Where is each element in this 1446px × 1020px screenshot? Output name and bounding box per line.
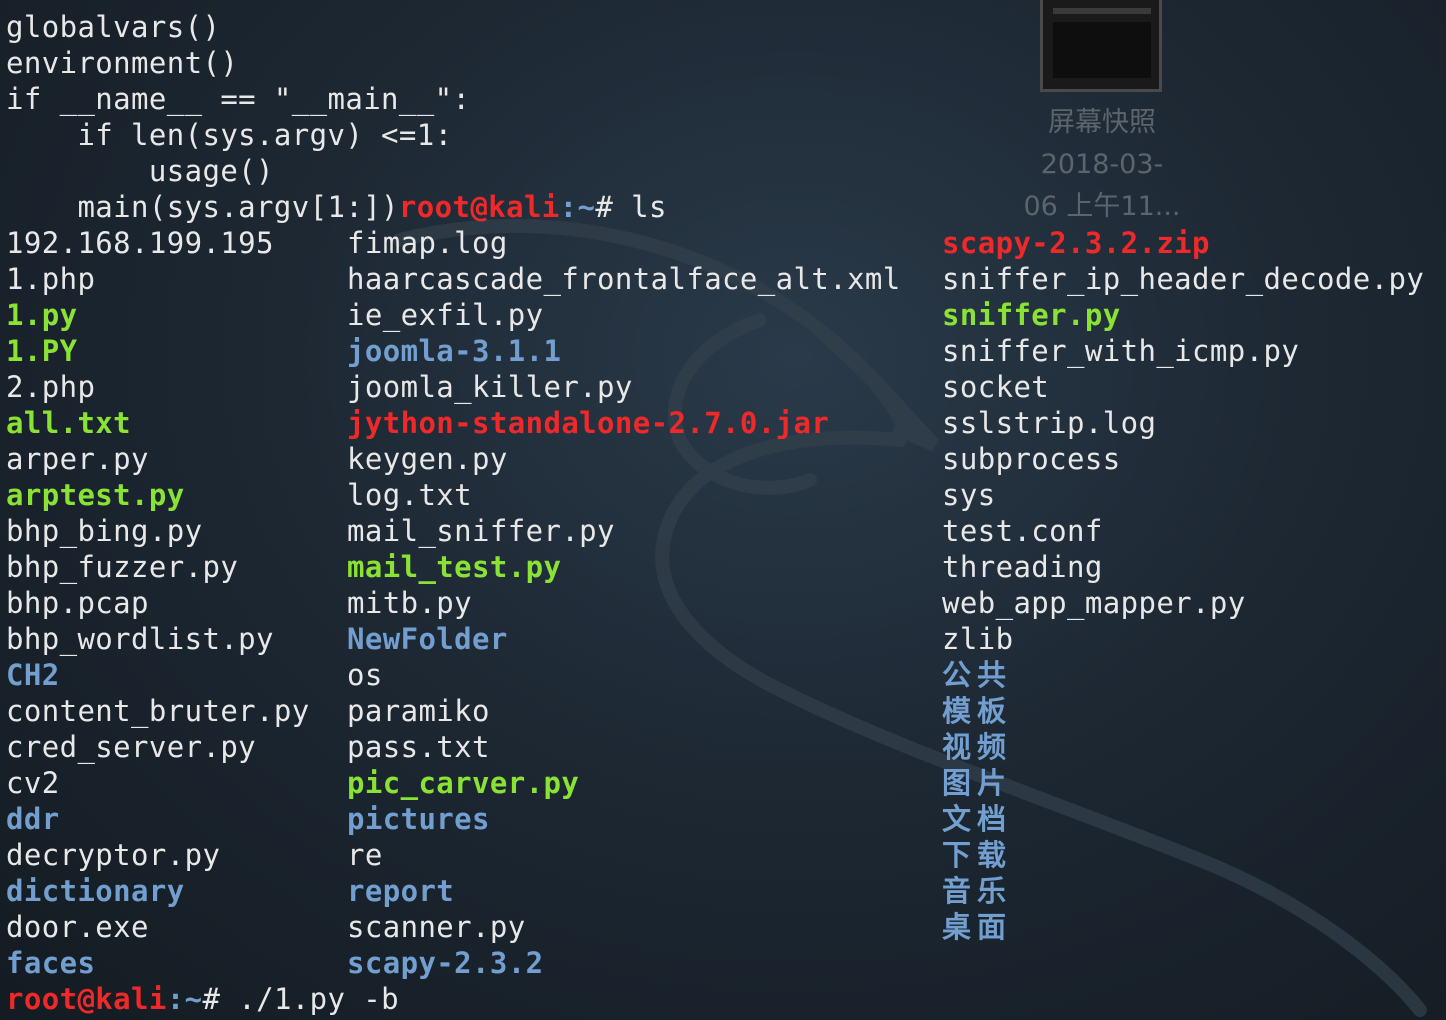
code-line: globalvars() bbox=[6, 10, 221, 44]
file-entry: 1.py bbox=[6, 298, 78, 332]
directory-entry: 音乐 bbox=[942, 874, 1013, 908]
file-entry: arper.py bbox=[6, 442, 149, 476]
file-entry: 2.php bbox=[6, 370, 96, 404]
prompt-path: :~ bbox=[559, 190, 596, 224]
file-entry: mail_test.py bbox=[347, 550, 562, 584]
file-entry: sniffer_ip_header_decode.py bbox=[942, 262, 1425, 296]
directory-entry: joomla-3.1.1 bbox=[347, 334, 562, 368]
file-entry: mitb.py bbox=[347, 586, 473, 620]
file-entry: ie_exfil.py bbox=[347, 298, 544, 332]
file-entry: sniffer_with_icmp.py bbox=[942, 334, 1300, 368]
file-entry: all.txt bbox=[6, 406, 132, 440]
command-text: ./1.py -b bbox=[238, 982, 399, 1016]
directory-entry: 公共 bbox=[942, 658, 1013, 692]
file-entry: bhp_bing.py bbox=[6, 514, 203, 548]
file-entry: sniffer.py bbox=[942, 298, 1121, 332]
file-entry: arptest.py bbox=[6, 478, 185, 512]
prompt-symbol: # bbox=[202, 982, 239, 1016]
file-entry: decryptor.py bbox=[6, 838, 221, 872]
file-entry: haarcascade_frontalface_alt.xml bbox=[347, 262, 901, 296]
file-entry: os bbox=[347, 658, 383, 692]
file-entry: joomla_killer.py bbox=[347, 370, 633, 404]
directory-entry: CH2 bbox=[6, 658, 60, 692]
directory-entry: dictionary bbox=[6, 874, 185, 908]
file-entry: log.txt bbox=[347, 478, 473, 512]
prompt-line-ls: main(sys.argv[1:])root@kali:~# ls bbox=[6, 189, 667, 225]
directory-entry: 视频 bbox=[942, 730, 1013, 764]
file-entry: mail_sniffer.py bbox=[347, 514, 615, 548]
file-entry: paramiko bbox=[347, 694, 490, 728]
directory-entry: NewFolder bbox=[347, 622, 508, 656]
directory-entry: report bbox=[347, 874, 455, 908]
file-entry: socket bbox=[942, 370, 1050, 404]
directory-entry: 模板 bbox=[942, 694, 1013, 728]
directory-entry: 下载 bbox=[942, 838, 1013, 872]
code-line: main(sys.argv[1:]) bbox=[6, 190, 399, 224]
file-entry: fimap.log bbox=[347, 226, 508, 260]
file-entry: door.exe bbox=[6, 910, 149, 944]
prompt-line-run[interactable]: root@kali:~# ./1.py -b bbox=[6, 981, 399, 1017]
file-entry: content_bruter.py bbox=[6, 694, 310, 728]
file-entry: cv2 bbox=[6, 766, 60, 800]
prompt-symbol: # bbox=[595, 190, 632, 224]
file-entry: re bbox=[347, 838, 383, 872]
command-text: ls bbox=[631, 190, 667, 224]
code-line: environment() bbox=[6, 46, 239, 80]
directory-entry: faces bbox=[6, 946, 96, 980]
terminal-output[interactable]: globalvars() environment() if __name__ =… bbox=[0, 0, 1446, 1020]
file-entry: 1.php bbox=[6, 262, 96, 296]
directory-entry: 文档 bbox=[942, 802, 1013, 836]
file-entry: scanner.py bbox=[347, 910, 526, 944]
file-entry: 1.PY bbox=[6, 334, 78, 368]
prompt-path: :~ bbox=[166, 982, 203, 1016]
directory-entry: 桌面 bbox=[942, 910, 1013, 944]
file-entry: zlib bbox=[942, 622, 1014, 656]
file-entry: bhp.pcap bbox=[6, 586, 149, 620]
file-entry: bhp_wordlist.py bbox=[6, 622, 274, 656]
directory-entry: scapy-2.3.2 bbox=[347, 946, 544, 980]
directory-entry: pictures bbox=[347, 802, 490, 836]
directory-entry: ddr bbox=[6, 802, 60, 836]
file-entry: keygen.py bbox=[347, 442, 508, 476]
file-entry: threading bbox=[942, 550, 1103, 584]
prompt-user: root@kali bbox=[398, 190, 560, 224]
file-entry: pass.txt bbox=[347, 730, 490, 764]
file-entry: cred_server.py bbox=[6, 730, 257, 764]
file-entry: pic_carver.py bbox=[347, 766, 580, 800]
file-entry: scapy-2.3.2.zip bbox=[942, 226, 1210, 260]
directory-entry: 图片 bbox=[942, 766, 1013, 800]
file-entry: subprocess bbox=[942, 442, 1121, 476]
file-entry: sslstrip.log bbox=[942, 406, 1157, 440]
code-line: if len(sys.argv) <=1: bbox=[6, 118, 453, 152]
file-entry: bhp_fuzzer.py bbox=[6, 550, 239, 584]
file-entry: 192.168.199.195 bbox=[6, 226, 274, 260]
code-line: usage() bbox=[6, 154, 274, 188]
code-line: if __name__ == "__main__": bbox=[6, 82, 471, 116]
file-entry: sys bbox=[942, 478, 996, 512]
file-entry: test.conf bbox=[942, 514, 1103, 548]
file-entry: jython-standalone-2.7.0.jar bbox=[347, 406, 830, 440]
prompt-user: root@kali bbox=[6, 982, 167, 1016]
file-entry: web_app_mapper.py bbox=[942, 586, 1246, 620]
